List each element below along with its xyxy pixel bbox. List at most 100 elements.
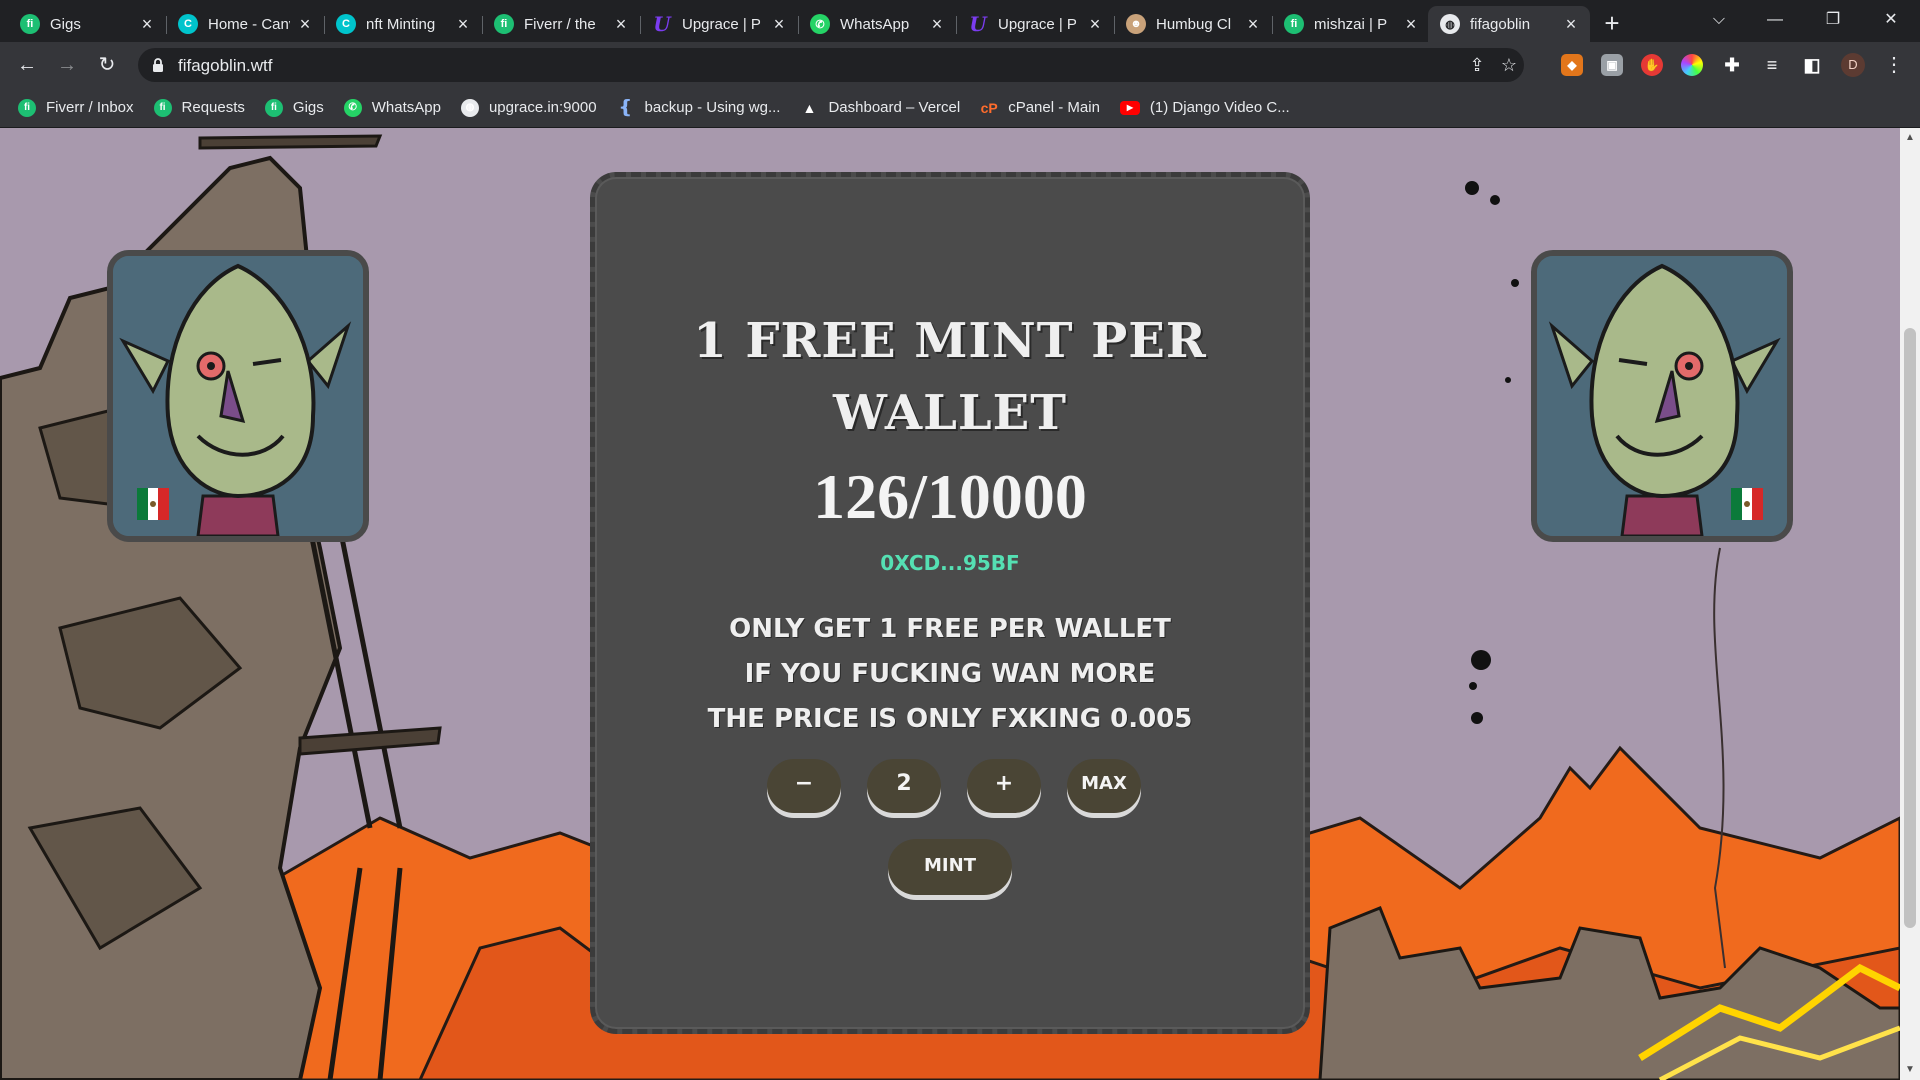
scrollbar-thumb[interactable] (1904, 328, 1916, 928)
new-tab-button[interactable]: + (1597, 8, 1627, 38)
scroll-up-icon[interactable]: ▲ (1904, 132, 1916, 144)
humbug-icon: ☻ (1126, 14, 1146, 34)
tab-fifagoblin[interactable]: ◍ fifagoblin × (1428, 6, 1590, 42)
address-bar[interactable]: fifagoblin.wtf ⇪ ☆ (138, 48, 1524, 82)
wallet-address: 0XCD...95BF (880, 551, 1020, 575)
canva-icon: C (178, 14, 198, 34)
max-button[interactable]: MAX (1067, 759, 1141, 813)
adblock-icon[interactable]: ✋ (1641, 54, 1663, 76)
extension-icon[interactable]: ▣ (1601, 54, 1623, 76)
fiverr-icon: fi (1284, 14, 1304, 34)
bookmark-star-icon[interactable]: ☆ (1498, 54, 1520, 76)
tab-title: Gigs (50, 15, 81, 33)
fiverr-icon: fi (20, 14, 40, 34)
mint-panel: 1 Free Mint per wallet 126/10000 0XCD...… (590, 172, 1310, 1034)
youtube-icon: ▶ (1119, 100, 1140, 115)
tab-title: Home - Canva (208, 15, 290, 33)
side-panel-icon[interactable]: ◧ (1801, 54, 1823, 76)
tab-upgrace-2[interactable]: U Upgrace | P × (956, 6, 1115, 42)
bookmarks-bar: fi Fiverr / Inbox fi Requests fi Gigs ✆ What… (0, 88, 1920, 128)
scroll-down-icon[interactable]: ▼ (1904, 1064, 1916, 1076)
page-scrollbar[interactable]: ▲ ▼ (1900, 128, 1920, 1080)
profile-avatar[interactable]: D (1841, 53, 1865, 77)
increment-button[interactable]: + (967, 759, 1041, 813)
reload-icon[interactable]: ↻ (92, 50, 122, 80)
tab-upgrace-1[interactable]: U Upgrace | P × (640, 6, 799, 42)
forward-icon[interactable]: → (52, 50, 82, 80)
minted-counter: 126/10000 (813, 461, 1087, 532)
close-icon[interactable]: × (454, 15, 472, 33)
fiverr-icon: fi (18, 98, 36, 117)
extensions-puzzle-icon[interactable]: ✚ (1721, 54, 1743, 76)
media-control-icon[interactable]: ≡ (1761, 54, 1783, 76)
menu-icon[interactable]: ⋮ (1882, 52, 1906, 78)
tab-humbug[interactable]: ☻ Humbug Cl × (1114, 6, 1273, 42)
tab-title: mishzai | P (1314, 15, 1388, 33)
bookmark-label: WhatsApp (371, 99, 441, 116)
tab-title: WhatsApp (840, 15, 910, 33)
bookmark-fiverr-inbox[interactable]: fi Fiverr / Inbox (18, 98, 134, 117)
close-window-button[interactable]: ✕ (1868, 4, 1914, 36)
whatsapp-icon: ✆ (343, 98, 362, 117)
close-icon[interactable]: × (1402, 15, 1420, 33)
bookmark-requests[interactable]: fi Requests (153, 98, 245, 117)
tab-title: Humbug Cl (1156, 15, 1232, 33)
mint-button[interactable]: MINT (888, 839, 1012, 895)
bookmark-django-video[interactable]: ▶ (1) Django Video C... (1119, 99, 1290, 116)
bookmark-label: Dashboard – Vercel (828, 99, 961, 116)
tab-search-icon[interactable]: ⌵ (1696, 4, 1742, 36)
quantity-display: 2 (867, 759, 941, 813)
browser-toolbar: ← → ↻ fifagoblin.wtf ⇪ ☆ ◆ ▣ ✋ ✚ ≡ ◧ D ⋮ (0, 42, 1920, 88)
page-viewport: 1 Free Mint per wallet 126/10000 0XCD...… (0, 128, 1920, 1080)
bitbucket-icon: ❴ (618, 97, 634, 117)
bookmark-label: cPanel - Main (1008, 99, 1100, 116)
bookmark-whatsapp[interactable]: ✆ WhatsApp (343, 98, 441, 117)
info-line-3: the price is only fxking 0.005 (707, 704, 1193, 734)
restore-button[interactable]: ❐ (1810, 4, 1856, 36)
tab-title: Upgrace | P (998, 15, 1077, 33)
tab-nft-minting[interactable]: C nft Minting × (324, 6, 483, 42)
decrement-button[interactable]: − (767, 759, 841, 813)
headline-line-1: 1 Free Mint per (693, 313, 1207, 369)
bookmark-label: Requests (181, 99, 245, 116)
tab-title: fifagoblin (1470, 15, 1531, 33)
close-icon[interactable]: × (296, 15, 314, 33)
metamask-icon[interactable]: ◆ (1561, 54, 1583, 76)
back-icon[interactable]: ← (12, 50, 42, 80)
tab-strip: fi Gigs × C Home - Canva × C nft Minting… (0, 0, 1920, 42)
headline-line-2: wallet (833, 385, 1067, 441)
color-picker-icon[interactable] (1681, 54, 1703, 76)
fiverr-icon: fi (494, 14, 514, 34)
canva-icon: C (336, 14, 356, 34)
bookmark-upgrace[interactable]: ◍ upgrace.in:9000 (460, 98, 597, 117)
tab-whatsapp[interactable]: ✆ WhatsApp × (798, 6, 957, 42)
goblin-avatar-image (113, 256, 363, 536)
globe-icon: ◍ (460, 98, 479, 117)
bookmark-vercel[interactable]: ▲ Dashboard – Vercel (800, 99, 961, 117)
close-icon[interactable]: × (612, 15, 630, 33)
info-line-1: only get 1 free per wallet (729, 614, 1171, 644)
close-icon[interactable]: × (1086, 15, 1104, 33)
close-icon[interactable]: × (770, 15, 788, 33)
cpanel-icon: cP (980, 99, 998, 116)
tab-mishzai[interactable]: fi mishzai | P × (1272, 6, 1430, 42)
close-icon[interactable]: × (138, 15, 156, 33)
tab-gigs[interactable]: fi Gigs × (8, 6, 167, 42)
info-line-2: if you fucking wan more (744, 659, 1156, 689)
vercel-icon: ▲ (802, 99, 817, 116)
nft-preview-right (1531, 250, 1793, 542)
bookmark-label: Fiverr / Inbox (46, 99, 134, 116)
bookmark-backup[interactable]: ❴ backup - Using wg... (617, 97, 780, 117)
close-icon[interactable]: × (1244, 15, 1262, 33)
share-icon[interactable]: ⇪ (1466, 54, 1488, 76)
bookmark-cpanel[interactable]: cP cPanel - Main (980, 99, 1100, 117)
tab-home-canva[interactable]: C Home - Canva × (166, 6, 325, 42)
tab-fiverr[interactable]: fi Fiverr / the × (482, 6, 641, 42)
upgrace-icon: U (653, 12, 671, 36)
tab-title: Fiverr / the (524, 15, 596, 33)
close-icon[interactable]: × (1562, 15, 1580, 33)
bookmark-gigs[interactable]: fi Gigs (264, 98, 324, 117)
fiverr-icon: fi (264, 98, 283, 117)
close-icon[interactable]: × (928, 15, 946, 33)
minimize-button[interactable]: — (1752, 4, 1798, 36)
